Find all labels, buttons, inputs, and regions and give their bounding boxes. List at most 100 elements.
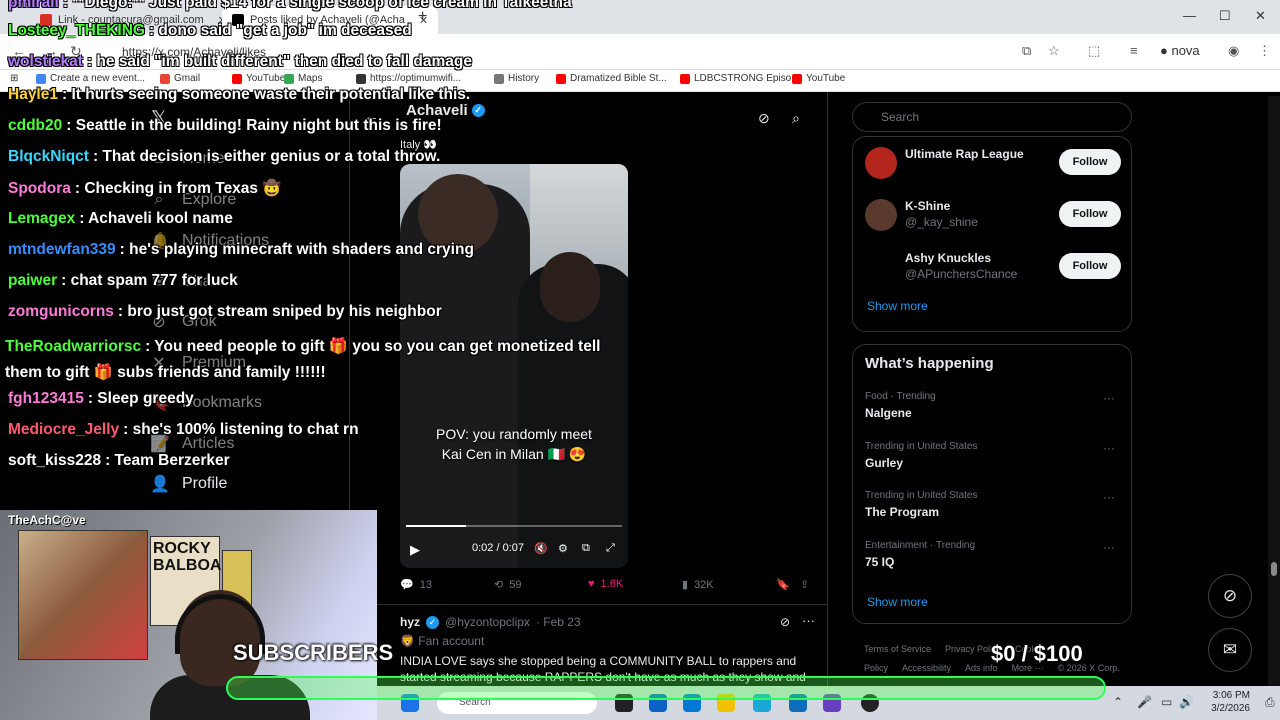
more-options-icon[interactable]: ··· xyxy=(1103,490,1115,504)
network-icon[interactable]: ▭ xyxy=(1161,695,1172,709)
bookmark-icon[interactable]: 🔖 xyxy=(776,578,790,591)
repost-count: 59 xyxy=(509,578,522,591)
screen-share-icon[interactable]: ⧉ xyxy=(1022,43,1031,59)
chat-username: TheRoadwarriorsc xyxy=(5,338,142,355)
mute-icon[interactable]: 🔇 xyxy=(534,542,548,555)
more-options-icon[interactable]: ··· xyxy=(1103,441,1115,455)
chat-message: TheRoadwarriorsc: You need people to gif… xyxy=(5,334,635,386)
chat-text: : bro just got stream sniped by his neig… xyxy=(117,303,442,320)
menu-icon[interactable]: ⋮ xyxy=(1258,43,1271,59)
follow-button[interactable]: Follow xyxy=(1059,253,1121,279)
messages-float-button[interactable]: ✉ xyxy=(1208,628,1252,672)
profile-button[interactable]: ● nova xyxy=(1160,43,1200,58)
follow-suggestion[interactable]: K-Shine @_kay_shine Follow xyxy=(865,197,1121,237)
avatar[interactable] xyxy=(865,147,897,179)
search-icon[interactable]: ⌕ xyxy=(792,110,800,127)
reply-count: 13 xyxy=(419,578,432,591)
chat-text: : Team Berzerker xyxy=(105,452,230,469)
microphone-icon[interactable]: 🎤 xyxy=(1137,695,1152,709)
video-progress-fill xyxy=(406,525,467,527)
chat-message: paiwer: chat spam 777 for luck xyxy=(8,272,238,290)
chat-username: Spodora xyxy=(8,180,71,197)
trend-item[interactable]: Trending in United States The Program ··· xyxy=(865,490,1121,519)
bookmark-item[interactable]: LDBCSTRONG Episo... xyxy=(680,73,800,84)
extensions-icon[interactable]: ⬚ xyxy=(1088,43,1100,59)
suggestion-name[interactable]: K-Shine xyxy=(905,199,950,213)
trend-category: Trending in United States xyxy=(865,490,978,501)
post-divider xyxy=(348,604,828,605)
footer-link[interactable]: Accessibility xyxy=(902,663,951,673)
follow-suggestion[interactable]: Ultimate Rap League Follow xyxy=(865,145,1121,185)
chat-message: fgh123415: Sleep greedy xyxy=(8,390,194,408)
chat-text: : It hurts seeing someone waste their po… xyxy=(61,86,471,103)
share-icon[interactable]: ⇪ xyxy=(800,578,809,591)
chat-message: Mediocre_Jelly: she's 100% listening to … xyxy=(8,421,359,439)
chat-text: : Checking in from Texas 🤠 xyxy=(74,180,282,197)
chat-text: : dono said "get a job" im deceased xyxy=(148,22,412,39)
more-options-icon[interactable]: ··· xyxy=(1103,540,1115,554)
bookmark-favicon-icon xyxy=(792,73,802,84)
right-sidebar: Search Ultimate Rap League Follow K-Shine @… xyxy=(850,92,1140,720)
post-subtitle: 🦁 Fan account xyxy=(400,634,485,648)
show-more-link[interactable]: Show more xyxy=(867,299,928,313)
trend-item[interactable]: Food · Trending Nalgene ··· xyxy=(865,391,1121,420)
star-icon[interactable]: ☆ xyxy=(1048,43,1060,59)
avatar[interactable] xyxy=(865,251,897,283)
trend-item[interactable]: Trending in United States Gurley ··· xyxy=(865,441,1121,470)
who-to-follow-panel: Ultimate Rap League Follow K-Shine @_kay_sh… xyxy=(852,136,1132,332)
pip-icon[interactable]: ⧉ xyxy=(582,542,590,555)
trend-category: Entertainment · Trending xyxy=(865,539,976,551)
video-progress-bar[interactable] xyxy=(406,525,622,527)
close-window-icon[interactable]: ✕ xyxy=(1255,8,1266,24)
notification-center-icon[interactable]: ⎙ xyxy=(1265,695,1275,710)
like-button[interactable]: ♥ 1.6K xyxy=(588,578,623,590)
chat-text: : he's playing minecraft with shaders an… xyxy=(119,241,474,258)
search-placeholder: Search xyxy=(881,110,920,124)
account-icon[interactable]: ◉ xyxy=(1228,43,1239,59)
play-icon[interactable]: ▶ xyxy=(410,542,420,558)
trend-category: Trending in United States xyxy=(865,440,978,452)
footer-link[interactable]: Terms of Service xyxy=(864,644,931,654)
settings-icon[interactable]: ⚙ xyxy=(558,542,568,555)
repost-button[interactable]: ⟲ 59 xyxy=(494,578,522,592)
chat-username: paiwer xyxy=(8,272,58,289)
trend-name: The Program xyxy=(865,505,940,519)
media-icon[interactable]: ≡ xyxy=(1130,43,1138,58)
follow-button[interactable]: Follow xyxy=(1059,201,1121,227)
grok-float-button[interactable]: ⊘ xyxy=(1208,574,1252,618)
follow-suggestion[interactable]: Ashy Knuckles @APunchersChance Follow xyxy=(865,249,1121,289)
trend-item[interactable]: Entertainment · Trending 75 IQ ··· xyxy=(865,540,1121,569)
subscriber-goal-bar xyxy=(226,676,1106,700)
suggestion-name[interactable]: Ashy Knuckles xyxy=(905,251,991,265)
chat-message: mtndewfan339: he's playing minecraft wit… xyxy=(8,241,474,259)
post-author[interactable]: hyz ✓ @hyzontopclipx · Feb 23 xyxy=(400,615,581,629)
clock-date: 3/2/2026 xyxy=(1211,703,1250,714)
views-button[interactable]: ▮ 32K xyxy=(682,578,714,592)
repost-icon: ⟲ xyxy=(494,579,504,591)
grok-icon[interactable]: ⊘ xyxy=(780,615,790,629)
chat-message: wolstiekat: he said "im built different"… xyxy=(8,53,472,71)
minimize-icon[interactable]: — xyxy=(1183,8,1196,23)
bookmark-item[interactable]: YouTube xyxy=(792,73,845,84)
search-input[interactable]: Search xyxy=(852,102,1132,132)
tray-overflow-icon[interactable]: ⌃ xyxy=(1113,695,1123,709)
page-scrollbar[interactable] xyxy=(1268,96,1280,686)
bookmark-favicon-icon xyxy=(680,73,690,84)
reply-button[interactable]: 💬 13 xyxy=(400,578,432,592)
verified-badge-icon: ✓ xyxy=(426,615,440,629)
more-options-icon[interactable]: ··· xyxy=(1103,391,1115,405)
chat-username: Hayle1 xyxy=(8,86,58,103)
grok-icon[interactable]: ⊘ xyxy=(758,110,770,127)
show-more-link[interactable]: Show more xyxy=(867,595,928,609)
fullscreen-icon[interactable]: ⤢ xyxy=(606,542,615,555)
taskbar-clock[interactable]: 3:06 PM 3/2/2026 xyxy=(1194,689,1250,715)
more-options-icon[interactable]: ··· xyxy=(802,613,815,628)
stream-chat-overlay: pmirali: **Diego:** Just paid $14 for a … xyxy=(0,0,660,480)
suggestion-name[interactable]: Ultimate Rap League xyxy=(905,147,1024,161)
avatar[interactable] xyxy=(865,199,897,231)
scrollbar-thumb[interactable] xyxy=(1271,562,1277,576)
volume-icon[interactable]: 🔊 xyxy=(1179,695,1194,709)
follow-button[interactable]: Follow xyxy=(1059,149,1121,175)
chat-message: pmirali: **Diego:** Just paid $14 for a … xyxy=(8,0,572,12)
maximize-icon[interactable]: ☐ xyxy=(1219,8,1231,24)
